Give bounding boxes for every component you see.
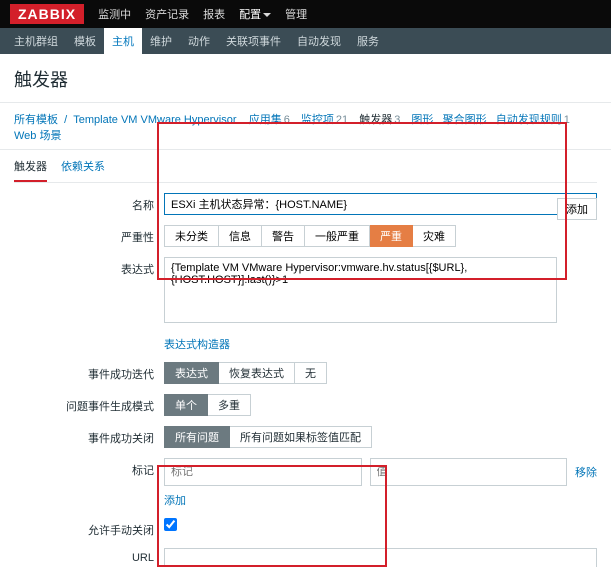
crumb-apps[interactable]: 应用集 [249,114,282,126]
tab-trigger[interactable]: 触发器 [14,158,47,182]
problem-mode-group: 单个 多重 [164,394,597,416]
name-label: 名称 [14,193,164,213]
severity-label: 严重性 [14,225,164,245]
subnav-services[interactable]: 服务 [349,28,387,54]
sub-nav: 主机群组 模板 主机 维护 动作 关联项事件 自动发现 服务 [0,28,611,54]
topnav-monitoring[interactable]: 监测中 [98,6,131,22]
sev-high[interactable]: 严重 [370,225,413,247]
severity-group: 未分类 信息 警告 一般严重 严重 灾难 [164,225,597,247]
recovery-group: 表达式 恢复表达式 无 [164,362,597,384]
crumb-discovery-count: 1 [564,114,570,126]
topnav-inventory[interactable]: 资产记录 [145,6,189,22]
page-title: 触发器 [0,54,611,103]
expression-label: 表达式 [14,257,164,277]
recovery-recovery-expr[interactable]: 恢复表达式 [219,362,295,384]
tag-value-input[interactable] [370,458,568,486]
ok-close-label: 事件成功关闭 [14,426,164,446]
tags-label: 标记 [14,458,164,478]
crumb-all-templates[interactable]: 所有模板 [14,114,58,126]
recovery-none[interactable]: 无 [295,362,327,384]
name-input[interactable] [164,193,597,215]
problem-mode-single[interactable]: 单个 [164,394,208,416]
topnav-reports[interactable]: 报表 [203,6,225,22]
crumb-triggers: 触发器 [359,114,392,126]
sev-info[interactable]: 信息 [219,225,262,247]
crumb-web[interactable]: Web 场景 [14,130,61,142]
expression-builder-link[interactable]: 表达式构造器 [164,339,230,351]
ok-close-group: 所有问题 所有问题如果标签值匹配 [164,426,597,448]
form-tabs: 触发器 依赖关系 [0,150,611,182]
subnav-maintenance[interactable]: 维护 [142,28,180,54]
subnav-hostgroups[interactable]: 主机群组 [6,28,66,54]
sev-not-classified[interactable]: 未分类 [164,225,219,247]
trigger-form: 名称 严重性 未分类 信息 警告 一般严重 严重 灾难 表达式 表达式构造器 事… [0,183,611,567]
tag-row: 移除 [164,458,597,486]
crumb-screens[interactable]: 聚合图形 [443,114,487,126]
subnav-actions[interactable]: 动作 [180,28,218,54]
crumb-items[interactable]: 监控项 [301,114,334,126]
expression-add-button[interactable]: 添加 [557,198,597,220]
crumb-triggers-count: 3 [394,114,400,126]
expression-input[interactable] [164,257,557,323]
url-input[interactable] [164,548,597,567]
breadcrumb: 所有模板 / Template VM VMware Hypervisor 应用集… [0,103,611,150]
ok-close-tagmatch[interactable]: 所有问题如果标签值匹配 [230,426,372,448]
url-label: URL [14,548,164,564]
crumb-graphs[interactable]: 图形 [411,114,433,126]
topnav-configuration[interactable]: 配置 [239,6,271,22]
chevron-down-icon [263,13,271,17]
recovery-expression[interactable]: 表达式 [164,362,219,384]
subnav-hosts[interactable]: 主机 [104,28,142,54]
topnav-admin[interactable]: 管理 [285,6,307,22]
sev-disaster[interactable]: 灾难 [413,225,456,247]
crumb-discovery[interactable]: 自动发现规则 [496,114,562,126]
top-nav: ZABBIX 监测中 资产记录 报表 配置 管理 [0,0,611,28]
crumb-template[interactable]: Template VM VMware Hypervisor [73,114,236,126]
tag-name-input[interactable] [164,458,362,486]
crumb-apps-count: 6 [284,114,290,126]
subnav-discovery[interactable]: 自动发现 [289,28,349,54]
sev-warning[interactable]: 警告 [262,225,305,247]
logo: ZABBIX [10,4,84,24]
manual-close-checkbox[interactable] [164,518,177,531]
subnav-correlation[interactable]: 关联项事件 [218,28,289,54]
tag-add-link[interactable]: 添加 [164,495,186,507]
problem-mode-label: 问题事件生成模式 [14,394,164,414]
crumb-items-count: 21 [336,114,348,126]
manual-close-label: 允许手动关闭 [14,518,164,538]
problem-mode-multiple[interactable]: 多重 [208,394,251,416]
ok-close-all[interactable]: 所有问题 [164,426,230,448]
recovery-label: 事件成功迭代 [14,362,164,382]
sev-average[interactable]: 一般严重 [305,225,370,247]
subnav-templates[interactable]: 模板 [66,28,104,54]
tag-remove-link[interactable]: 移除 [575,464,597,480]
tab-dependencies[interactable]: 依赖关系 [61,158,105,182]
